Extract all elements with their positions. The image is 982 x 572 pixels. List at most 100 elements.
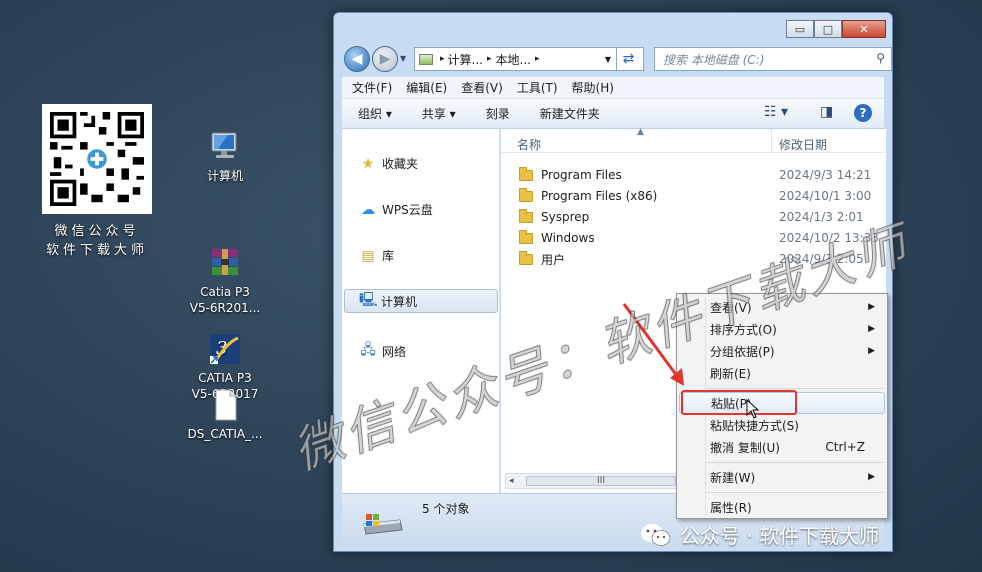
wechat-icon xyxy=(640,522,672,548)
menu-item-label: 刷新(E) xyxy=(710,366,751,381)
nav-item-computer[interactable]: 🖳 计算机 xyxy=(344,289,498,313)
computer-icon xyxy=(208,130,242,164)
preview-pane-icon[interactable]: ◨ xyxy=(820,104,833,120)
close-button[interactable]: ✕ xyxy=(842,20,886,38)
menu-item-label: 撤消 复制(U) xyxy=(710,440,780,455)
scroll-thumb[interactable]: III xyxy=(526,476,676,486)
nav-item-label: WPS云盘 xyxy=(382,203,433,217)
submenu-arrow-icon: ▶ xyxy=(868,472,875,482)
scroll-left-icon[interactable]: ◂ xyxy=(509,476,514,486)
menu-separator xyxy=(707,388,883,389)
folder-icon xyxy=(519,250,533,265)
menu-item-refresh[interactable]: 刷新(E) xyxy=(679,362,885,384)
navigation-row: ◀ ▶ ▼ ▸ 计算... ▸ 本地... ▸ ▼ ⇄ 搜索 本地磁盘 (C:)… xyxy=(342,45,892,73)
folder-icon xyxy=(519,208,533,223)
back-button[interactable]: ◀ xyxy=(344,46,370,72)
shortcut-key: Ctrl+Z xyxy=(825,440,865,454)
nav-item-wps-cloud[interactable]: ☁ WPS云盘 xyxy=(360,201,433,218)
folder-icon xyxy=(519,187,533,202)
share-button[interactable]: 共享 ▾ xyxy=(422,105,456,122)
window-controls: ▭ □ ✕ xyxy=(786,20,886,38)
column-header: ▲ 名称 修改日期 xyxy=(501,127,886,153)
horizontal-scrollbar[interactable]: ◂ III xyxy=(505,473,705,489)
winrar-archive-icon xyxy=(208,230,242,275)
nav-item-label: 网络 xyxy=(382,344,407,359)
menu-item-paste-shortcut[interactable]: 粘贴快捷方式(S) xyxy=(679,414,885,436)
history-dropdown-icon[interactable]: ▼ xyxy=(400,54,406,63)
qr-code xyxy=(42,104,152,214)
menu-view[interactable]: 查看(V) xyxy=(461,79,503,96)
menu-item-label: 新建(W) xyxy=(710,470,756,485)
file-row[interactable]: Program Files (x86) 2024/10/1 3:00 xyxy=(519,186,879,206)
arrow-left-icon: ◀ xyxy=(351,51,363,67)
blank-file-icon xyxy=(208,388,242,422)
nav-item-label: 收藏夹 xyxy=(382,157,419,171)
menu-item-label: 粘贴快捷方式(S) xyxy=(710,418,799,433)
file-name: Program Files xyxy=(541,168,622,182)
nav-item-libraries[interactable]: ▤ 库 xyxy=(360,247,394,264)
file-name: Sysprep xyxy=(541,210,590,224)
desktop-icon-label: 计算机 xyxy=(206,169,243,183)
column-separator[interactable] xyxy=(771,129,772,153)
file-name: Program Files (x86) xyxy=(541,189,658,203)
nav-item-network[interactable]: 🖧 网络 xyxy=(360,339,406,363)
watermark-corner: 公众号 · 软件下载大师 xyxy=(640,520,879,549)
submenu-arrow-icon: ▶ xyxy=(868,324,875,334)
nav-item-favorites[interactable]: ★ 收藏夹 xyxy=(360,155,418,172)
maximize-button[interactable]: □ xyxy=(814,20,842,38)
new-folder-button[interactable]: 新建文件夹 xyxy=(540,105,600,122)
folder-icon xyxy=(519,166,533,181)
file-date: 2024/9/3 14:21 xyxy=(779,168,872,182)
help-icon[interactable]: ? xyxy=(854,104,872,122)
file-row[interactable]: Sysprep 2024/1/3 2:01 xyxy=(519,207,879,227)
network-icon: 🖧 xyxy=(360,342,376,358)
qr-caption-line2: 软件下载大师 xyxy=(45,243,148,258)
minimize-button[interactable]: ▭ xyxy=(786,20,814,38)
menu-item-new[interactable]: 新建(W) ▶ xyxy=(679,466,885,488)
menu-item-label: 属性(R) xyxy=(710,500,752,515)
computer-icon: 🖳 xyxy=(359,292,378,308)
desktop-icon-label: DS_CATIA_... xyxy=(187,427,263,441)
catia-icon: 3 xyxy=(208,316,242,364)
scroll-grip: III xyxy=(597,476,605,486)
item-count: 5 个对象 xyxy=(422,502,470,516)
address-separator: ▸ xyxy=(440,54,445,64)
view-options-icon[interactable]: ☷ ▾ xyxy=(764,104,788,120)
desktop-icon-ds-catia-file[interactable]: DS_CATIA_... xyxy=(180,388,270,442)
address-bar[interactable]: ▸ 计算... ▸ 本地... ▸ ▼ xyxy=(414,47,644,71)
menu-edit[interactable]: 编辑(E) xyxy=(406,79,447,96)
search-input[interactable]: 搜索 本地磁盘 (C:) ⚲ xyxy=(654,47,892,71)
menu-item-label: 分组依据(P) xyxy=(710,344,775,359)
library-icon: ▤ xyxy=(361,247,375,264)
sort-ascending-icon: ▲ xyxy=(637,127,644,137)
menu-item-undo-copy[interactable]: 撤消 复制(U) Ctrl+Z xyxy=(679,436,885,458)
refresh-button[interactable]: ⇄ xyxy=(616,47,640,71)
menu-tools[interactable]: 工具(T) xyxy=(517,79,558,96)
command-toolbar: 组织 ▾ 共享 ▾ 刻录 新建文件夹 ☷ ▾ ◨ ? xyxy=(342,99,884,129)
qr-code-image xyxy=(50,112,144,206)
submenu-arrow-icon: ▶ xyxy=(868,346,875,356)
desktop-icon-computer[interactable]: 计算机 xyxy=(180,130,270,184)
address-separator: ▸ xyxy=(534,54,540,64)
watermark-corner-text: 公众号 · 软件下载大师 xyxy=(680,524,880,548)
column-name[interactable]: 名称 xyxy=(517,136,541,153)
drive-icon xyxy=(419,53,433,65)
burn-button[interactable]: 刻录 xyxy=(486,105,510,122)
refresh-icon: ⇄ xyxy=(622,51,635,67)
menu-help[interactable]: 帮助(H) xyxy=(572,79,614,96)
search-icon[interactable]: ⚲ xyxy=(876,51,885,65)
desktop: 微信公众号 软件下载大师 计算机 Catia P3 V5-6R201... 3 … xyxy=(0,0,982,572)
file-row[interactable]: Program Files 2024/9/3 14:21 xyxy=(519,165,879,185)
address-segment-local-disk[interactable]: 本地... xyxy=(496,51,531,68)
arrow-right-icon: ▶ xyxy=(379,51,391,67)
folder-icon xyxy=(519,229,533,244)
address-dropdown-icon[interactable]: ▼ xyxy=(605,55,611,64)
column-date-modified[interactable]: 修改日期 xyxy=(779,136,827,153)
hard-drive-icon xyxy=(360,512,404,538)
address-segment-computer[interactable]: 计算... xyxy=(448,51,483,68)
submenu-arrow-icon: ▶ xyxy=(868,302,875,312)
menu-file[interactable]: 文件(F) xyxy=(352,79,392,96)
organize-button[interactable]: 组织 ▾ xyxy=(358,105,392,122)
forward-button[interactable]: ▶ xyxy=(372,46,398,72)
menu-item-properties[interactable]: 属性(R) xyxy=(679,496,885,518)
